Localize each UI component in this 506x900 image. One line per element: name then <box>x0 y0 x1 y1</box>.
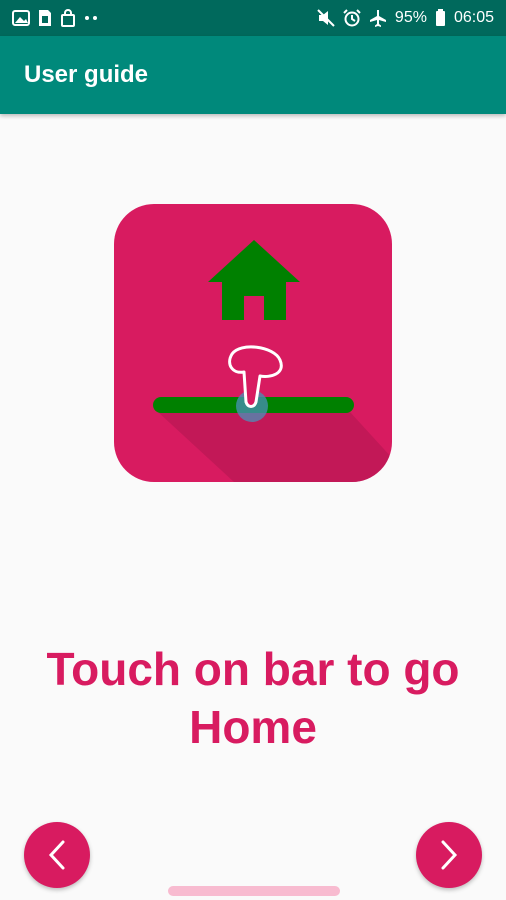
next-button[interactable] <box>416 822 482 888</box>
bag-icon <box>60 9 76 27</box>
page-title: User guide <box>24 61 149 88</box>
status-bar: 95% 06:05 <box>0 0 506 36</box>
previous-button[interactable] <box>24 822 90 888</box>
chevron-left-icon <box>47 839 67 871</box>
battery-percent: 95% <box>394 9 427 26</box>
sim-icon <box>38 9 52 27</box>
chevron-right-icon <box>439 839 459 871</box>
guide-message: Touch on bar to go Home <box>46 643 460 753</box>
app-bar: User guide <box>0 36 506 114</box>
clock: 06:05 <box>453 9 494 26</box>
touch-bar-home-icon <box>114 204 392 482</box>
image-icon <box>12 10 30 26</box>
dots-icon <box>84 15 98 21</box>
mute-icon <box>317 9 335 27</box>
battery-icon <box>435 9 446 27</box>
status-left <box>12 9 98 27</box>
alarm-icon <box>343 9 361 27</box>
home-indicator[interactable] <box>168 886 340 896</box>
status-right: 95% 06:05 <box>317 9 494 27</box>
airplane-icon <box>369 9 387 27</box>
